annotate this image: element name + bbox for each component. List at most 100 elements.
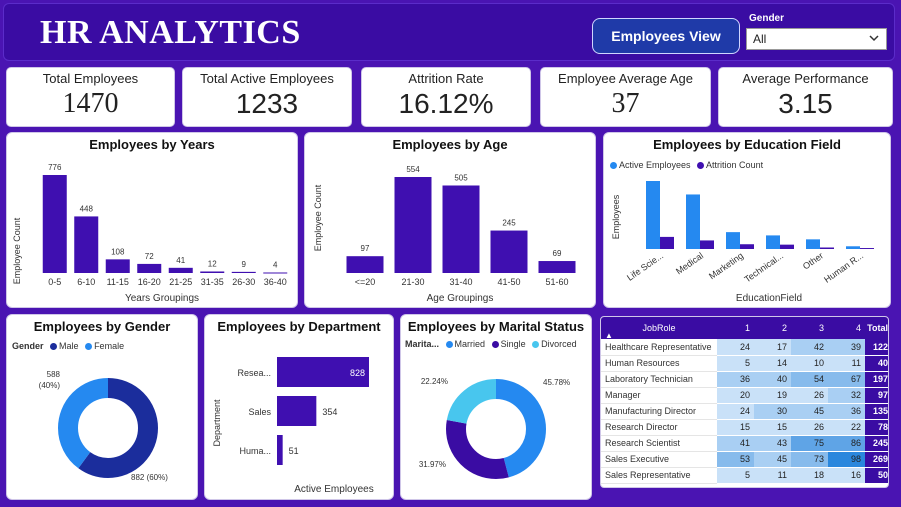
sort-arrow-icon[interactable]: ▲ [605, 331, 613, 340]
column-header[interactable]: 2 [754, 317, 791, 339]
data-label: 505 [454, 173, 468, 182]
row-label: Human Resources [601, 355, 717, 372]
data-label: 448 [80, 204, 94, 213]
bar [137, 263, 162, 273]
gender-slicer-label: Gender [749, 13, 785, 24]
table-cell: 15 [754, 419, 791, 436]
x-axis-label: Active Employees [294, 484, 373, 495]
table-cell: 5 [717, 355, 754, 372]
table-row[interactable]: Research Scientist 41 43 75 86 245 [601, 435, 888, 452]
table-cell: 98 [828, 451, 865, 468]
table-cell: 5 [717, 467, 754, 484]
table-cell: 53 [717, 451, 754, 468]
table-cell: 40 [754, 371, 791, 388]
table-row[interactable]: Healthcare Representative 24 17 42 39 122 [601, 339, 888, 356]
education-chart-svg: Employees EducationField Life Scie... Med… [611, 181, 874, 304]
kpi-label: Total Active Employees [200, 71, 334, 86]
table-row[interactable]: Manager 20 19 26 32 97 [601, 387, 888, 404]
column-header[interactable]: JobRole [601, 317, 717, 339]
table-cell: 41 [717, 435, 754, 452]
tick-label: 21-25 [169, 277, 192, 287]
tick-label: 0-5 [48, 277, 61, 287]
table-row[interactable]: Human Resources 5 14 10 11 40 [601, 355, 888, 372]
tick-label: Medical [674, 250, 705, 276]
data-label: (40%) [39, 381, 61, 390]
kpi-average-performance: Average Performance 3.15 [718, 67, 893, 127]
gender-donut-svg: 882 (60%) 588 (40%) [39, 370, 169, 482]
row-total: 245 [865, 435, 888, 452]
data-label: 69 [553, 249, 562, 258]
table-cell: 67 [828, 371, 865, 388]
y-axis-label: Employees [611, 194, 621, 239]
table-cell: 20 [717, 387, 754, 404]
gender-slicer[interactable]: All [746, 28, 887, 50]
bar [538, 261, 576, 273]
data-label: 72 [145, 252, 154, 261]
column-header[interactable]: 1 [717, 317, 754, 339]
bar [200, 271, 225, 273]
dashboard-title: HR ANALYTICS [40, 14, 301, 51]
bar [168, 267, 193, 273]
tick-label: Human R... [822, 250, 865, 284]
employees-view-button[interactable]: Employees View [592, 18, 740, 54]
data-label: 588 [47, 370, 61, 379]
row-total: 40 [865, 355, 888, 372]
table-cell: 26 [791, 387, 828, 404]
row-total: 197 [865, 371, 888, 388]
tick-label: 11-15 [107, 277, 129, 287]
bar [346, 256, 384, 273]
row-label: Sales Executive [601, 451, 717, 468]
table-cell: 17 [754, 339, 791, 356]
table-cell: 73 [791, 451, 828, 468]
table-cell: 39 [828, 339, 865, 356]
table-cell: 11 [754, 467, 791, 484]
chevron-down-icon[interactable] [868, 32, 880, 47]
table-cell: 86 [828, 435, 865, 452]
table-cell: 42 [791, 339, 828, 356]
table-row[interactable]: Sales Representative 5 11 18 16 50 [601, 467, 888, 484]
jobrole-matrix[interactable]: ▲ JobRole 1 2 3 4 Total Healthcare Repre… [600, 316, 889, 488]
chart-employees-by-years[interactable]: Employees by Years Employee Count Years … [6, 132, 298, 308]
bar [74, 216, 99, 273]
chart-employees-by-marital-status[interactable]: Employees by Marital Status Marita... Ma… [400, 314, 592, 500]
column-header[interactable]: 4 [828, 317, 865, 339]
column-header[interactable]: Total [865, 317, 888, 339]
bar-attrition [780, 244, 794, 249]
table-row[interactable]: Research Director 15 15 26 22 78 [601, 419, 888, 436]
x-axis-label: Years Groupings [125, 293, 199, 304]
row-total: 135 [865, 403, 888, 420]
tick-label: <=20 [355, 277, 376, 287]
tick-label: Resea... [237, 368, 271, 378]
table-cell: 16 [828, 467, 865, 484]
data-label: 554 [406, 165, 420, 174]
chart-employees-by-department[interactable]: Employees by Department Department Activ… [204, 314, 394, 500]
gender-slicer-value: All [753, 32, 767, 46]
tick-label: Other [801, 250, 825, 271]
bar-attrition [660, 236, 674, 249]
tick-label: Marketing [707, 250, 745, 281]
data-label: 22.24% [421, 377, 448, 386]
chart-employees-by-gender[interactable]: Employees by Gender Gender Male Female 8… [6, 314, 198, 500]
header-bar: HR ANALYTICS Employees View Gender All [3, 3, 895, 61]
table-row[interactable]: Manufacturing Director 24 30 45 36 135 [601, 403, 888, 420]
table-cell: 10 [791, 355, 828, 372]
kpi-employee-average-age: Employee Average Age 37 [540, 67, 711, 127]
data-label: 9 [242, 260, 247, 269]
bar-attrition [860, 248, 874, 249]
table-row[interactable]: Laboratory Technician 36 40 54 67 197 [601, 371, 888, 388]
table-cell: 15 [717, 419, 754, 436]
bar [394, 177, 432, 273]
kpi-label: Attrition Rate [408, 71, 484, 86]
data-label: 31.97% [419, 460, 446, 469]
table-cell: 43 [754, 435, 791, 452]
table-row[interactable]: Sales Executive 53 45 73 98 269 [601, 451, 888, 468]
data-label: 4 [273, 260, 278, 269]
chart-employees-by-age[interactable]: Employees by Age Employee Count Age Grou… [304, 132, 596, 308]
data-label: 45.78% [543, 378, 570, 387]
data-label: 828 [350, 368, 365, 378]
chart-employees-by-education-field[interactable]: Employees by Education Field Active Empl… [603, 132, 891, 308]
data-label: 97 [361, 244, 370, 253]
column-header[interactable]: 3 [791, 317, 828, 339]
bar-active [646, 181, 660, 249]
row-label: Research Director [601, 419, 717, 436]
